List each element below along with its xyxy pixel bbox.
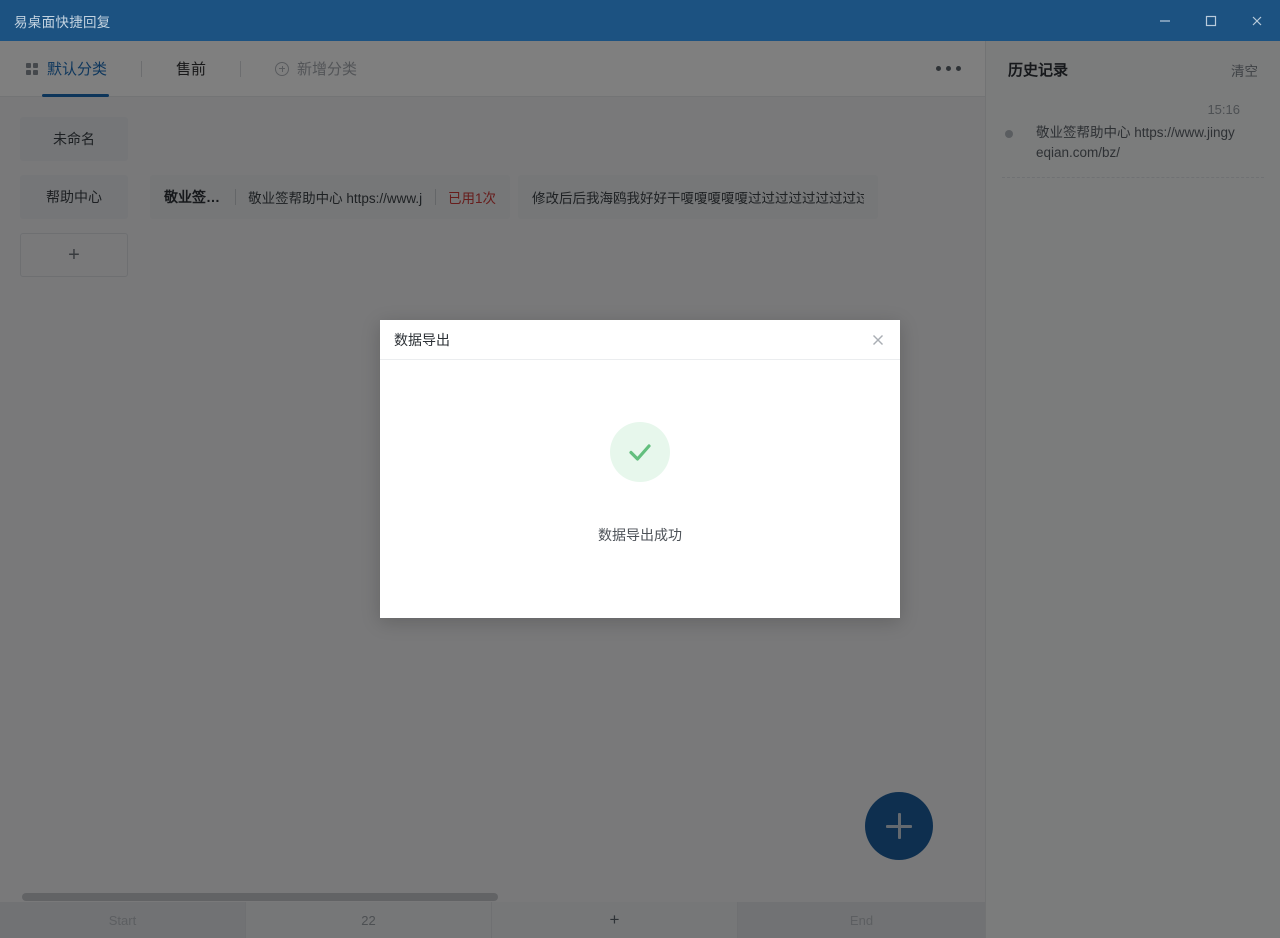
dialog-title: 数据导出 (394, 331, 450, 348)
close-icon (873, 334, 883, 345)
checkmark-icon (629, 444, 651, 461)
dialog-body: 数据导出成功 (380, 360, 900, 618)
minimize-button[interactable] (1142, 0, 1188, 41)
minimize-icon (1160, 19, 1170, 22)
success-check-icon (610, 422, 670, 482)
dialog-message: 数据导出成功 (598, 527, 682, 543)
close-button[interactable] (1234, 0, 1280, 41)
app-title: 易桌面快捷回复 (14, 14, 111, 30)
data-export-dialog: 数据导出 数据导出成功 (380, 320, 900, 618)
close-icon (1252, 16, 1262, 25)
maximize-icon (1205, 15, 1217, 26)
dialog-close-button[interactable] (870, 332, 886, 348)
app-window: 易桌面快捷回复 默认分类 (0, 0, 1280, 938)
dialog-header: 数据导出 (380, 320, 900, 360)
title-bar: 易桌面快捷回复 (0, 0, 1280, 41)
maximize-button[interactable] (1188, 0, 1234, 41)
